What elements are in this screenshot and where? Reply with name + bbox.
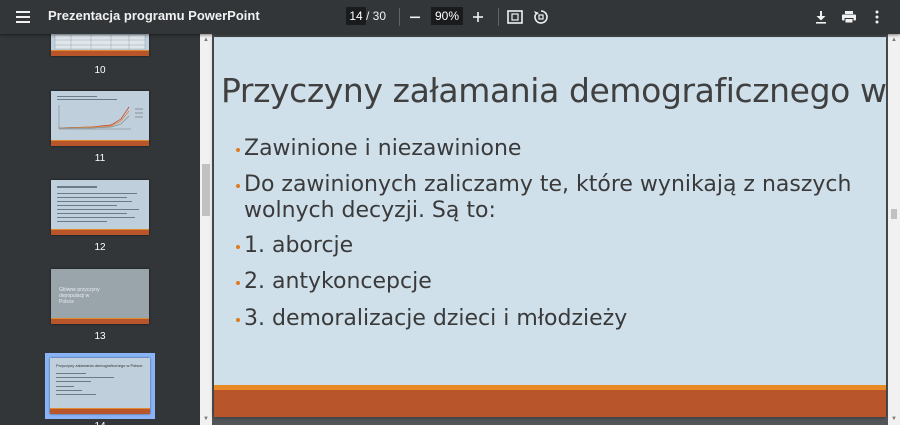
document-title: Prezentacja programu PowerPoint	[48, 8, 260, 23]
thumbnail-title: Przyczyny załamania demograficznego w Po…	[56, 363, 143, 368]
download-icon[interactable]	[810, 6, 832, 28]
thumbnail-page-12[interactable]	[51, 180, 149, 235]
scroll-down-icon[interactable]: ▼	[202, 415, 210, 423]
zoom-out-icon[interactable]	[404, 6, 426, 28]
slide-page: Przyczyny załamania demograficznego w Po…	[214, 37, 886, 417]
more-vert-icon[interactable]	[866, 6, 888, 28]
thumbnail-page-13[interactable]: Główne przyczyny depopulacji w Polsce	[51, 269, 149, 324]
thumbnail-text-line	[57, 217, 135, 218]
thumbnail-sidebar: 10 11 12 Główne przyczyny depopulacji w …	[0, 34, 200, 425]
slide-footer-band	[214, 390, 886, 417]
main-scrollbar[interactable]: ▲ ▼	[888, 34, 900, 425]
thumbnail-section-title: Główne przyczyny depopulacji w Polsce	[59, 287, 100, 305]
thumbnail-text-line	[56, 377, 114, 378]
zoom-level[interactable]: 90%	[431, 7, 463, 25]
bullet-text: 2. antykoncepcje	[244, 269, 432, 294]
thumbnail-page-11[interactable]	[51, 91, 149, 146]
sidebar-scroll-thumb[interactable]	[202, 164, 210, 216]
thumbnail-number: 14	[0, 421, 200, 425]
thumbnail-footer-band	[51, 318, 149, 324]
bullet-text: Do zawinionych zaliczamy te, które wynik…	[244, 172, 852, 197]
thumbnail-text-line	[57, 197, 127, 198]
thumbnail-text-line	[56, 386, 74, 387]
bullet-dot-icon	[236, 245, 240, 249]
page-number-input[interactable]	[346, 7, 366, 25]
thumbnail-page-10[interactable]	[51, 34, 149, 56]
thumbnail-text-line	[57, 209, 139, 210]
thumbnail-chart	[58, 105, 143, 130]
thumbnail-text-line	[57, 221, 107, 222]
thumbnail-text-line	[57, 186, 97, 188]
toolbar-divider	[399, 8, 400, 26]
slide-bullet: 3. demoralizacje dzieci i młodzieży	[236, 306, 628, 332]
thumbnail-footer-band	[51, 50, 149, 56]
bullet-dot-icon	[236, 281, 240, 285]
thumbnail-number: 13	[94, 331, 106, 342]
main-scroll-thumb[interactable]	[891, 209, 897, 219]
bullet-text: 1. aborcje	[244, 233, 354, 258]
thumbnail-footer-band	[51, 229, 149, 235]
slide-bullet-continuation: wolnych decyzji. Są to:	[244, 198, 496, 224]
scroll-up-icon[interactable]: ▲	[202, 36, 210, 44]
rotate-icon[interactable]	[530, 6, 552, 28]
bullet-text: 3. demoralizacje dzieci i młodzieży	[244, 306, 628, 331]
sidebar-scrollbar[interactable]: ▲ ▼	[200, 34, 212, 425]
thumbnail-page-14[interactable]: Przyczyny załamania demograficznego w Po…	[50, 358, 150, 414]
document-viewer: Przyczyny załamania demograficznego w Po…	[212, 34, 900, 425]
thumbnail-text-line	[57, 205, 117, 206]
fit-page-icon[interactable]	[504, 6, 526, 28]
thumbnail-selected-highlight[interactable]: Przyczyny załamania demograficznego w Po…	[45, 353, 155, 419]
slide-title: Przyczyny załamania demograficznego w Po…	[221, 71, 886, 110]
page-count: / 30	[366, 9, 387, 23]
slide-bullet: Do zawinionych zaliczamy te, które wynik…	[236, 172, 852, 198]
slide-bullet: Zawinione i niezawinione	[236, 136, 522, 162]
thumbnail-text-line	[57, 213, 127, 214]
toolbar-divider	[498, 8, 499, 26]
thumbnail-footer-band	[51, 140, 149, 146]
scroll-down-icon[interactable]: ▼	[890, 415, 898, 423]
thumbnail-text-line	[56, 394, 96, 395]
thumbnail-text-line	[56, 390, 82, 391]
thumbnail-text-line	[56, 373, 86, 374]
thumbnail-footer-band	[50, 408, 150, 414]
bullet-text: Zawinione i niezawinione	[244, 136, 522, 161]
thumbnail-number: 10	[94, 65, 106, 76]
slide-bullet: 2. antykoncepcje	[236, 269, 432, 295]
bullet-dot-icon	[236, 184, 240, 188]
zoom-in-icon[interactable]	[467, 6, 489, 28]
menu-icon[interactable]	[14, 8, 34, 26]
bullet-text: wolnych decyzji. Są to:	[244, 198, 496, 223]
thumbnail-text-line	[56, 381, 91, 382]
thumbnail-text-line	[57, 201, 132, 202]
bullet-dot-icon	[236, 318, 240, 322]
thumbnail-text-line	[57, 193, 137, 194]
pdf-toolbar: Prezentacja programu PowerPoint / 30 90%	[0, 0, 900, 34]
print-icon[interactable]	[838, 6, 860, 28]
bullet-dot-icon	[236, 148, 240, 152]
scroll-up-icon[interactable]: ▲	[890, 36, 898, 44]
thumbnail-number: 11	[94, 153, 106, 164]
slide-bullet: 1. aborcje	[236, 233, 354, 259]
thumbnail-number: 12	[94, 242, 106, 253]
